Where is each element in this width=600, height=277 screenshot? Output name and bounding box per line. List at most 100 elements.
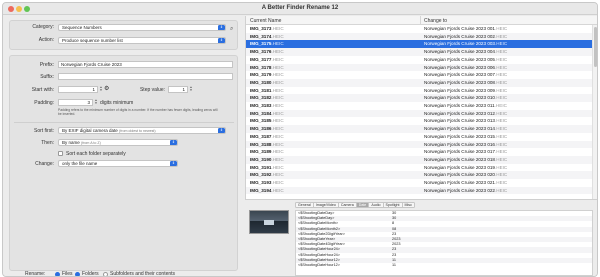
gear-icon[interactable]: ⚙	[104, 85, 109, 92]
change-to-cell: Norwegian Fjords Cruise 2023 016.HEIC	[424, 141, 508, 147]
then-select[interactable]: By name (from A to Z) ⇕	[58, 139, 178, 146]
category-select[interactable]: Sequence Numbers ⇕	[58, 24, 226, 31]
current-name-cell: IMG_3173.HEIC	[250, 26, 284, 31]
start-with-stepper[interactable]: ▲ ▼	[99, 85, 103, 93]
tab-camera[interactable]: Camera	[338, 202, 357, 208]
table-row[interactable]: IMG_3189.HEIC Norwegian Fjords Cruise 202…	[246, 148, 597, 156]
current-name-cell: IMG_3186.HEIC	[250, 126, 284, 132]
table-row[interactable]: IMG_3187.HEIC Norwegian Fjords Cruise 202…	[246, 133, 597, 141]
then-hint: (from A to Z)	[81, 141, 101, 145]
chevron-updown-icon: ⇕	[218, 25, 225, 30]
rename-label: Rename:	[25, 271, 46, 277]
change-label: Change:	[35, 161, 54, 167]
change-to-cell: Norwegian Fjords Cruise 2023 012.HEIC	[424, 110, 508, 116]
table-row[interactable]: IMG_3191.HEIC Norwegian Fjords Cruise 202…	[246, 164, 597, 172]
change-select[interactable]: only the file name ⇕	[58, 160, 178, 167]
category-label: Category:	[32, 24, 54, 30]
options-panel: Prefix: Norwegian Fjords Cruise 2023 Suf…	[9, 55, 238, 271]
start-with-input[interactable]: 1	[58, 86, 98, 93]
action-select[interactable]: Produce sequence number list ⇕	[58, 37, 226, 44]
tab-audio[interactable]: Audio	[369, 202, 384, 208]
sort-each-folder-checkbox[interactable]	[58, 151, 63, 156]
title-bar: A Better Finder Rename 12	[3, 3, 597, 15]
tab-general[interactable]: General	[295, 202, 314, 208]
search-icon[interactable]: ⌕	[230, 26, 233, 33]
current-name-cell: IMG_3193.HEIC	[250, 180, 284, 185]
table-row[interactable]: IMG_3183.HEIC Norwegian Fjords Cruise 202…	[246, 102, 597, 110]
current-name-cell: IMG_3178.HEIC	[250, 64, 284, 70]
current-name-cell: IMG_3194.HEIC	[250, 187, 284, 193]
change-value: only the file name	[62, 161, 98, 166]
table-row[interactable]: IMG_3186.HEIC Norwegian Fjords Cruise 202…	[246, 125, 597, 133]
change-to-cell: Norwegian Fjords Cruise 2023 002.HEIC	[424, 33, 508, 39]
subfolders-label: Subfolders and their contents	[110, 271, 176, 277]
then-value: By name	[62, 140, 80, 145]
column-divider[interactable]	[420, 16, 421, 25]
table-row[interactable]: IMG_3190.HEIC Norwegian Fjords Cruise 202…	[246, 155, 597, 164]
table-row[interactable]: IMG_3180.HEIC Norwegian Fjords Cruise 202…	[246, 78, 597, 87]
tab-date[interactable]: Date	[356, 202, 370, 208]
table-row[interactable]: IMG_3174.HEIC Norwegian Fjords Cruise 202…	[246, 32, 597, 41]
current-name-cell: IMG_3187.HEIC	[250, 133, 284, 139]
table-scrollbar[interactable]	[592, 25, 597, 199]
table-row[interactable]: IMG_3194.HEIC Norwegian Fjords Cruise 202…	[246, 186, 597, 195]
table-row[interactable]: IMG_3184.HEIC Norwegian Fjords Cruise 202…	[246, 109, 597, 118]
current-name-cell: IMG_3180.HEIC	[250, 79, 284, 85]
table-row[interactable]: IMG_3178.HEIC Norwegian Fjords Cruise 202…	[246, 63, 597, 72]
start-with-label: Start with:	[31, 87, 54, 93]
table-row[interactable]: IMG_3185.HEIC Norwegian Fjords Cruise 202…	[246, 117, 597, 125]
change-to-cell: Norwegian Fjords Cruise 2023 022.HEIC	[424, 187, 508, 193]
change-to-cell: Norwegian Fjords Cruise 2023 009.HEIC	[424, 87, 508, 93]
padding-stepper[interactable]: ▲ ▼	[94, 98, 98, 106]
step-value-input[interactable]: 1	[168, 86, 188, 93]
current-name-cell: IMG_3190.HEIC	[250, 156, 284, 162]
current-name-cell: IMG_3181.HEIC	[250, 87, 284, 93]
action-label: Action:	[38, 37, 54, 43]
action-selector-panel: Category: Sequence Numbers ⇕ ⌕ Action: P…	[9, 20, 238, 50]
change-to-cell: Norwegian Fjords Cruise 2023 018.HEIC	[424, 156, 508, 162]
suffix-input[interactable]	[58, 73, 233, 80]
prefix-input[interactable]: Norwegian Fjords Cruise 2023	[58, 61, 233, 68]
table-row[interactable]: IMG_3181.HEIC Norwegian Fjords Cruise 202…	[246, 87, 597, 95]
table-row[interactable]: IMG_3188.HEIC Norwegian Fjords Cruise 202…	[246, 140, 597, 149]
column-current-name[interactable]: Current Name	[250, 18, 281, 24]
table-row[interactable]: IMG_3193.HEIC Norwegian Fjords Cruise 202…	[246, 179, 597, 187]
app-window: A Better Finder Rename 12 Category: Sequ…	[2, 2, 598, 277]
table-row[interactable]: IMG_3182.HEIC Norwegian Fjords Cruise 202…	[246, 94, 597, 102]
sort-first-select[interactable]: By EXIF digital camera date (from oldest…	[58, 127, 226, 134]
change-to-cell: Norwegian Fjords Cruise 2023 010.HEIC	[424, 95, 508, 101]
sort-first-hint: (from oldest to newest)	[119, 129, 156, 133]
padding-help-text: Padding refers to the minimum number of …	[58, 108, 218, 116]
folders-checkbox[interactable]	[75, 272, 80, 276]
subfolders-checkbox[interactable]	[103, 272, 108, 276]
tab-misc[interactable]: Misc	[402, 202, 415, 208]
change-to-cell: Norwegian Fjords Cruise 2023 015.HEIC	[424, 133, 508, 139]
table-row[interactable]: IMG_3192.HEIC Norwegian Fjords Cruise 202…	[246, 171, 597, 179]
scrollbar-thumb[interactable]	[594, 27, 597, 67]
rename-preview-table: Current Name Change to IMG_3173.HEIC Norw…	[245, 16, 597, 199]
change-to-cell: Norwegian Fjords Cruise 2023 017.HEIC	[424, 149, 508, 155]
table-row[interactable]: IMG_3179.HEIC Norwegian Fjords Cruise 202…	[246, 71, 597, 79]
table-row[interactable]: IMG_3176.HEIC Norwegian Fjords Cruise 202…	[246, 48, 597, 56]
exif-row[interactable]: <$ShootingDateHour12> 11	[296, 263, 592, 268]
current-name-cell: IMG_3192.HEIC	[250, 172, 284, 178]
step-value-stepper[interactable]: ▲ ▼	[189, 85, 193, 93]
padding-input[interactable]: 3	[58, 99, 93, 106]
change-to-cell: Norwegian Fjords Cruise 2023 019.HEIC	[424, 164, 508, 170]
current-name-cell: IMG_3182.HEIC	[250, 95, 284, 101]
files-checkbox[interactable]	[55, 272, 60, 276]
current-name-cell: IMG_3191.HEIC	[250, 164, 284, 170]
column-change-to[interactable]: Change to	[424, 18, 447, 24]
rename-scope-bar: Rename: Files Folders Subfolders and the…	[3, 271, 243, 277]
current-name-cell: IMG_3189.HEIC	[250, 149, 284, 155]
table-row[interactable]: IMG_3175.HEIC Norwegian Fjords Cruise 202…	[246, 40, 597, 49]
change-to-cell: Norwegian Fjords Cruise 2023 014.HEIC	[424, 126, 508, 132]
tab-spotlight[interactable]: Spotlight	[383, 202, 403, 208]
info-tabs: General Image/Video Camera Date Audio Spotlig…	[295, 202, 415, 208]
exif-tag-list: <$ShootingDateDay> 30 <$ShootingDateDay> 30…	[295, 210, 593, 276]
table-row[interactable]: IMG_3173.HEIC Norwegian Fjords Cruise 202…	[246, 25, 597, 33]
table-row[interactable]: IMG_3177.HEIC Norwegian Fjords Cruise 202…	[246, 56, 597, 64]
tab-image-video[interactable]: Image/Video	[313, 202, 339, 208]
current-name-cell: IMG_3185.HEIC	[250, 118, 284, 124]
sort-each-folder-label: Sort each folder separately	[66, 151, 126, 157]
